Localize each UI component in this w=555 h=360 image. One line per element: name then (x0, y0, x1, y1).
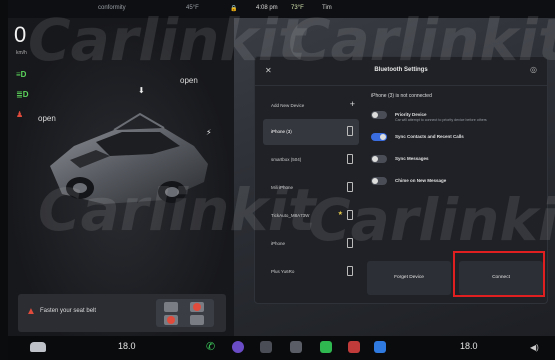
settings-icon[interactable]: ◎ (530, 65, 537, 74)
driver-temperature[interactable]: 18.0 (118, 341, 136, 351)
calendar-icon[interactable] (290, 341, 302, 353)
option-label: Sync Messages (395, 156, 429, 161)
forget-device-button[interactable]: Forget Device (367, 261, 451, 295)
phone-icon (347, 210, 353, 220)
fog-lights-icon: ≣D (16, 90, 29, 99)
dialog-title: Bluetooth Settings (374, 67, 428, 73)
vehicle-panel: 0 km/h ≡D ≣D ♟ open open ⬇ ⚡ ▲ Fasten yo… (8, 18, 234, 336)
connection-status: iPhone (3) is not connected (371, 93, 432, 99)
bottom-dock: 18.0 ✆ 18.0 ◀) (8, 336, 555, 360)
device-item[interactable]: iPhone (3) (263, 119, 359, 145)
connect-highlight-box (453, 251, 545, 297)
toybox-icon[interactable] (348, 341, 360, 353)
phone-icon (347, 182, 353, 192)
seat-occupancy-map (156, 299, 214, 327)
car-icon[interactable] (30, 342, 46, 352)
screen: conformity 45°F 🔒 4:08 pm 73°F Tim 0 km/… (8, 0, 555, 360)
bluetooth-icon[interactable] (374, 341, 386, 353)
device-name: Mili iPhone (271, 185, 294, 190)
warning-icon: ▲ (26, 306, 36, 317)
sync-contacts-toggle[interactable] (371, 133, 387, 141)
speed-unit: km/h (16, 50, 27, 56)
device-detail: iPhone (3) is not connected Priority Dev… (367, 93, 543, 197)
sync-messages-toggle[interactable] (371, 155, 387, 163)
option-chime-new-message: Chime on New Message (367, 175, 543, 195)
drive-mode: conformity (98, 5, 126, 11)
device-item[interactable]: iPhone (263, 231, 359, 257)
option-sync-contacts: Sync Contacts and Recent Calls (367, 131, 543, 151)
chime-toggle[interactable] (371, 177, 387, 185)
add-new-device-label: Add New Device (271, 103, 305, 108)
lock-icon[interactable]: 🔒 (230, 5, 237, 12)
clock: 4:08 pm (256, 5, 278, 11)
option-label: Chime on New Message (395, 178, 447, 183)
device-item[interactable]: Plus Yu6Ro (263, 259, 359, 285)
outside-temperature: 45°F (186, 5, 199, 11)
weather-badge: 73°F (291, 5, 304, 11)
driver-profile[interactable]: Tim (322, 5, 332, 11)
plus-icon: + (349, 99, 355, 109)
option-label: Priority Device (395, 112, 427, 117)
messages-icon[interactable] (320, 341, 332, 353)
phone-icon (347, 266, 353, 276)
car-model (50, 112, 208, 204)
option-label: Sync Contacts and Recent Calls (395, 134, 464, 139)
device-name: iPhone (3) (271, 129, 292, 134)
device-name: TickAuto_M8A73W (271, 213, 310, 218)
device-list: Add New Device + iPhone (3) smartbox (50… (263, 93, 359, 285)
star-icon: ★ (337, 211, 343, 217)
device-name: iPhone (271, 241, 286, 246)
frunk-icon[interactable]: ⬇ (138, 86, 145, 95)
add-new-device-button[interactable]: Add New Device + (263, 93, 359, 117)
trunk-open-label[interactable]: open (180, 76, 198, 85)
media-app-icon[interactable] (232, 341, 244, 353)
seatbelt-alert: ▲ Fasten your seat belt (18, 294, 226, 332)
phone-icon (347, 238, 353, 248)
dashcam-icon[interactable] (260, 341, 272, 353)
device-item[interactable]: TickAuto_M8A73W ★ (263, 203, 359, 229)
bluetooth-settings-dialog: ✕ Bluetooth Settings ◎ Add New Device + … (254, 56, 548, 304)
status-bar: conformity 45°F 🔒 4:08 pm 73°F Tim (8, 0, 555, 18)
speedometer: 0 (14, 22, 27, 47)
phone-icon (347, 154, 353, 164)
priority-device-toggle[interactable] (371, 111, 387, 119)
headlights-icon: ≡D (16, 70, 27, 79)
device-name: smartbox (504) (271, 157, 302, 162)
passenger-temperature[interactable]: 18.0 (460, 341, 478, 351)
seatbelt-alert-text: Fasten your seat belt (40, 308, 97, 314)
device-item[interactable]: Mili iPhone (263, 175, 359, 201)
option-priority-device: Priority Device Car will attempt to conn… (367, 109, 543, 129)
phone-icon[interactable]: ✆ (206, 340, 218, 353)
option-subtext: Car will attempt to connect to priority … (395, 118, 487, 122)
phone-icon (347, 126, 353, 136)
volume-icon[interactable]: ◀) (530, 343, 539, 352)
seatbelt-warning-icon: ♟ (16, 110, 24, 119)
dialog-divider (255, 85, 547, 86)
device-name: Plus Yu6Ro (271, 269, 295, 274)
device-item[interactable]: smartbox (504) (263, 147, 359, 173)
option-sync-messages: Sync Messages (367, 153, 543, 173)
